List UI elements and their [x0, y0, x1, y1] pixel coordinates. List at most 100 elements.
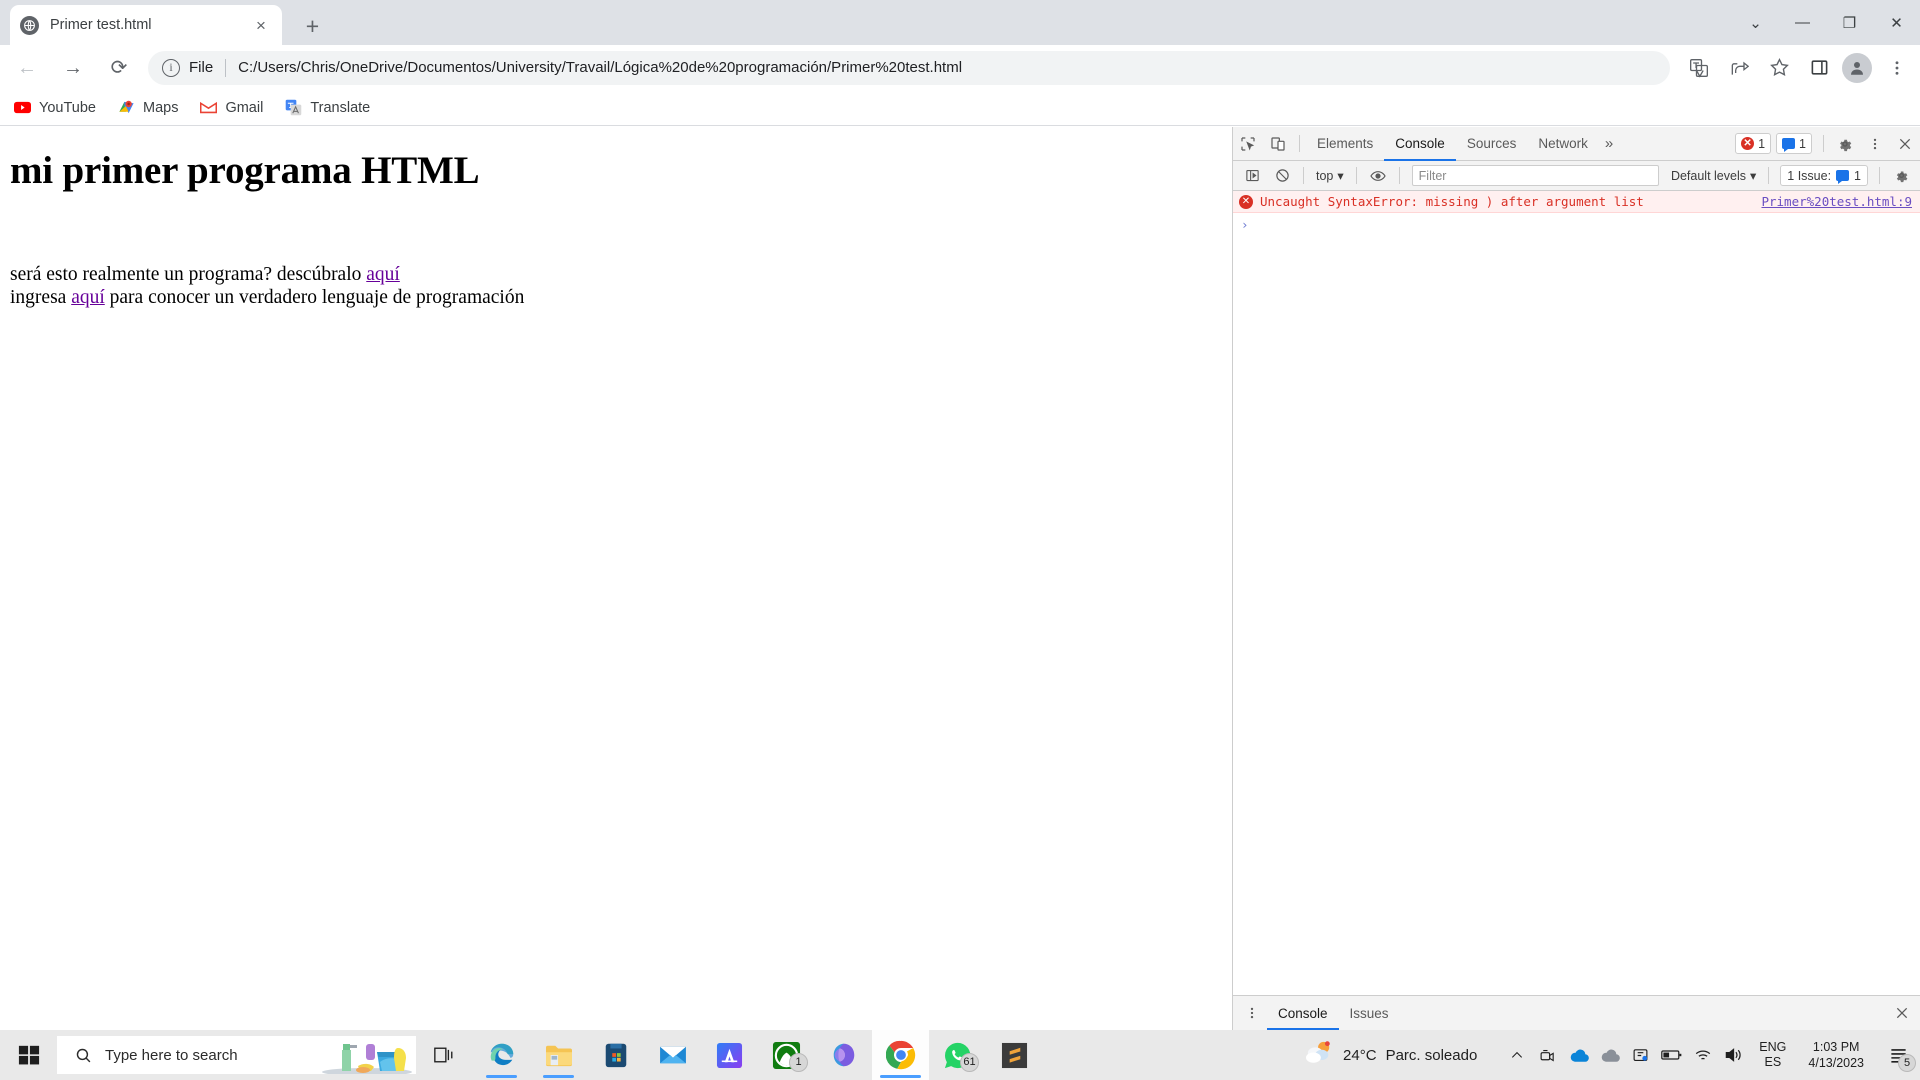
onedrive-gray-icon[interactable] — [1594, 1030, 1625, 1080]
tab-sources[interactable]: Sources — [1456, 127, 1528, 161]
taskbar-app-file-explorer[interactable] — [530, 1030, 587, 1080]
more-tabs-icon[interactable]: » — [1599, 135, 1619, 152]
google-translate-icon — [285, 99, 302, 116]
message-count-badge[interactable]: 1 — [1776, 133, 1812, 154]
language-indicator[interactable]: ENG ES — [1749, 1040, 1796, 1070]
bookmark-youtube[interactable]: YouTube — [14, 99, 96, 116]
clock-time: 1:03 PM — [1812, 1040, 1860, 1054]
show-hidden-icons-chevron[interactable] — [1501, 1030, 1532, 1080]
search-input[interactable]: Type here to search — [57, 1036, 416, 1074]
running-indicator — [543, 1075, 574, 1078]
profile-avatar-icon[interactable] — [1842, 52, 1872, 83]
drawer-tab-console[interactable]: Console — [1267, 996, 1339, 1030]
filter-placeholder: Filter — [1418, 168, 1447, 183]
close-icon[interactable] — [1890, 129, 1920, 159]
bookmark-label: Translate — [310, 99, 371, 116]
taskbar-app-autodesk[interactable] — [701, 1030, 758, 1080]
graphics-settings-icon[interactable] — [1625, 1030, 1656, 1080]
weather-condition: Parc. soleado — [1385, 1046, 1478, 1064]
link-aqui-1[interactable]: aquí — [366, 264, 400, 285]
translate-icon[interactable] — [1682, 51, 1716, 85]
running-indicator — [880, 1075, 921, 1078]
gmail-icon — [200, 99, 218, 116]
error-message-text: Uncaught SyntaxError: missing ) after ar… — [1260, 194, 1644, 209]
browser-tab[interactable]: Primer test.html × — [10, 5, 282, 45]
close-icon[interactable]: × — [250, 14, 272, 36]
windows-start-icon[interactable] — [0, 1030, 57, 1080]
clear-console-icon[interactable] — [1267, 161, 1297, 191]
chevron-down-icon[interactable]: ⌄ — [1732, 0, 1779, 45]
chrome-menu-icon[interactable] — [1880, 51, 1914, 85]
language-primary: ENG — [1759, 1040, 1787, 1054]
partly-cloudy-icon — [1304, 1040, 1334, 1071]
bookmark-translate[interactable]: Translate — [285, 99, 370, 116]
taskbar-app-google-chrome[interactable] — [872, 1030, 929, 1080]
bookmark-star-icon[interactable] — [1762, 51, 1796, 85]
kebab-menu-icon[interactable] — [1860, 129, 1890, 159]
back-button[interactable]: ← — [8, 49, 46, 87]
inspect-element-icon[interactable] — [1233, 129, 1263, 159]
console-error-message[interactable]: ✕ Uncaught SyntaxError: missing ) after … — [1233, 191, 1920, 213]
tab-elements[interactable]: Elements — [1306, 127, 1384, 161]
tab-console[interactable]: Console — [1384, 127, 1456, 161]
device-toolbar-icon[interactable] — [1263, 129, 1293, 159]
meet-now-icon[interactable] — [1532, 1030, 1563, 1080]
bookmark-label: Maps — [142, 99, 179, 116]
notification-center-button[interactable]: 5 — [1876, 1030, 1920, 1080]
onedrive-icon[interactable] — [1563, 1030, 1594, 1080]
gear-icon[interactable] — [1830, 129, 1860, 159]
reload-button[interactable]: ⟳ — [100, 49, 138, 87]
share-icon[interactable] — [1722, 51, 1756, 85]
error-source-link[interactable]: Primer%20test.html:9 — [1761, 194, 1912, 209]
kebab-menu-icon[interactable] — [1237, 998, 1267, 1028]
console-filter-input[interactable]: Filter — [1411, 165, 1659, 186]
taskbar-app-microsoft-edge[interactable] — [473, 1030, 530, 1080]
taskbar-app-sublime-text[interactable] — [986, 1030, 1043, 1080]
issues-pill[interactable]: 1 Issue: 1 — [1780, 165, 1868, 186]
taskbar-app-microsoft-store[interactable] — [587, 1030, 644, 1080]
taskbar-app-mail[interactable] — [644, 1030, 701, 1080]
close-icon[interactable] — [1887, 998, 1917, 1028]
taskbar-app-task-view[interactable] — [416, 1030, 473, 1080]
devtools-tabbar: Elements Console Sources Network » ✕ 1 1 — [1233, 127, 1920, 161]
clock-widget[interactable]: 1:03 PM 4/13/2023 — [1796, 1039, 1876, 1071]
live-expression-icon[interactable] — [1363, 161, 1393, 191]
log-levels-selector[interactable]: Default levels ▾ — [1665, 168, 1762, 184]
search-placeholder: Type here to search — [105, 1046, 238, 1064]
tab-strip: Primer test.html × + ⌄ — ❐ ✕ — [0, 0, 1920, 45]
volume-icon[interactable] — [1718, 1030, 1749, 1080]
minimize-button[interactable]: — — [1779, 0, 1826, 45]
bookmark-maps[interactable]: Maps — [118, 99, 178, 116]
taskbar-app-xbox[interactable]: 1 — [758, 1030, 815, 1080]
error-count-badge[interactable]: ✕ 1 — [1735, 133, 1772, 154]
gear-icon[interactable] — [1886, 161, 1916, 191]
weather-widget[interactable]: 24°C Parc. soleado — [1304, 1040, 1501, 1071]
message-count: 1 — [1799, 136, 1806, 151]
maximize-button[interactable]: ❐ — [1826, 0, 1873, 45]
drawer-tab-issues[interactable]: Issues — [1339, 996, 1400, 1030]
close-window-button[interactable]: ✕ — [1873, 0, 1920, 45]
divider — [1303, 167, 1304, 184]
execution-context-selector[interactable]: top ▾ — [1310, 168, 1350, 184]
tab-title: Primer test.html — [50, 17, 152, 33]
divider — [1879, 167, 1880, 184]
bookmark-gmail[interactable]: Gmail — [200, 99, 263, 116]
url-scheme-label: File — [189, 59, 214, 76]
link-aqui-2[interactable]: aquí — [71, 287, 105, 308]
battery-icon[interactable] — [1656, 1030, 1687, 1080]
badge-count: 61 — [960, 1053, 979, 1072]
address-bar[interactable]: i File C:/Users/Chris/OneDrive/Documento… — [148, 50, 1670, 85]
taskbar-app-microsoft-365[interactable] — [815, 1030, 872, 1080]
youtube-icon — [14, 99, 31, 116]
new-tab-button[interactable]: + — [296, 10, 329, 43]
taskbar-app-whatsapp[interactable]: 61 — [929, 1030, 986, 1080]
forward-button[interactable]: → — [54, 49, 92, 87]
side-panel-icon[interactable] — [1802, 51, 1836, 85]
info-icon[interactable]: i — [162, 58, 180, 77]
tab-network[interactable]: Network — [1527, 127, 1599, 161]
wifi-icon[interactable] — [1687, 1030, 1718, 1080]
console-input-prompt[interactable]: › — [1233, 213, 1920, 236]
error-count: 1 — [1758, 136, 1766, 151]
devtools-panel: Elements Console Sources Network » ✕ 1 1 — [1232, 127, 1920, 1030]
console-sidebar-icon[interactable] — [1237, 161, 1267, 191]
